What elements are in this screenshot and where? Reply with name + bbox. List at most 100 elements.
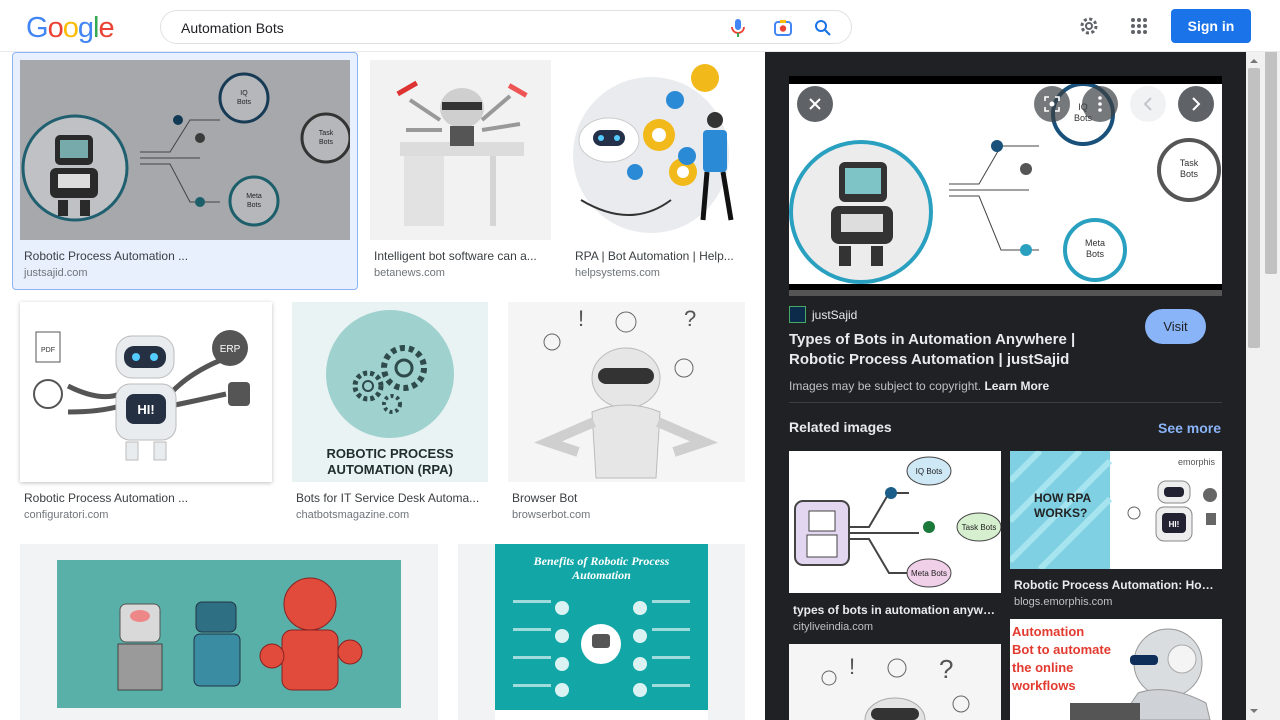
how-rpa-works-text: HOW RPA WORKS?	[1034, 491, 1091, 520]
previous-image-button[interactable]	[1130, 86, 1166, 122]
svg-text:Task: Task	[1180, 158, 1199, 168]
search-icon[interactable]	[812, 17, 834, 39]
panel-scrollbar[interactable]	[1246, 52, 1262, 720]
automation-promo-text: Automation Bot to automate the online wo…	[1012, 623, 1132, 695]
svg-text:Meta: Meta	[1085, 238, 1105, 248]
visit-button[interactable]: Visit	[1145, 309, 1206, 344]
image-preview-panel: IQBots TaskBots MetaBots justSajid Types…	[765, 52, 1246, 720]
result-card[interactable]: IQ Bots Task Bots Meta Bots Robotic Process…	[20, 60, 350, 280]
result-source: helpsystems.com	[575, 267, 660, 279]
promo-line: Bot to automate	[1012, 642, 1111, 657]
result-thumbnail[interactable]: Benefits of Robotic Process Automation	[458, 544, 745, 720]
logo-letter: o	[47, 12, 64, 44]
result-thumbnail[interactable]	[370, 60, 551, 240]
related-image-card[interactable]: IQ Bots Task Bots Meta Bots types of bot…	[789, 451, 1002, 641]
svg-text:Task: Task	[319, 130, 334, 137]
result-thumbnail[interactable]	[571, 60, 745, 240]
learn-more-link[interactable]: Learn More	[984, 379, 1049, 393]
search-box	[160, 10, 852, 44]
result-caption[interactable]: Robotic Process Automation ...	[24, 491, 268, 505]
divider	[789, 402, 1222, 403]
related-source: blogs.emorphis.com	[1014, 596, 1113, 608]
result-caption[interactable]: Intelligent bot software can a...	[374, 249, 547, 263]
preview-title[interactable]: Types of Bots in Automation Anywhere | R…	[789, 330, 1129, 370]
promo-line: workflows	[1012, 678, 1076, 693]
result-thumbnail[interactable]: ROBOTIC PROCESS AUTOMATION (RPA)	[292, 302, 488, 482]
svg-text:Bots: Bots	[247, 202, 262, 209]
result-thumbnail[interactable]: ?!	[508, 302, 745, 482]
logo-letter: G	[26, 12, 49, 44]
logo-letter: e	[98, 12, 114, 44]
svg-text:Meta: Meta	[246, 193, 262, 200]
image-results-grid: IQ Bots Task Bots Meta Bots Robotic Process…	[0, 52, 765, 720]
svg-text:!: !	[849, 654, 855, 679]
result-source: browserbot.com	[512, 509, 591, 521]
result-card[interactable]: PDF ERP HI! Robotic Process Automation .…	[20, 302, 272, 522]
page-scrollbar-thumb[interactable]	[1265, 38, 1277, 274]
see-more-link[interactable]: See more	[1158, 420, 1221, 436]
svg-text:Bots: Bots	[319, 139, 334, 146]
result-caption[interactable]: Browser Bot	[512, 491, 741, 505]
search-input[interactable]	[181, 18, 681, 38]
result-thumbnail[interactable]	[20, 544, 438, 720]
result-card[interactable]: Benefits of Robotic Process Automation	[458, 544, 745, 720]
svg-text:Bots: Bots	[1086, 249, 1105, 259]
scroll-up-arrow-icon[interactable]	[1246, 54, 1262, 68]
related-image-card[interactable]: Automation Bot to automate the online wo…	[1010, 619, 1222, 720]
result-card[interactable]	[20, 544, 438, 720]
panel-scrollbar-thumb[interactable]	[1248, 68, 1260, 348]
related-images-heading: Related images	[789, 419, 892, 435]
related-caption[interactable]: types of bots in automation anywhe...	[793, 603, 999, 617]
related-image-card[interactable]: HI! HOW RPA WORKS? emorphis Robotic Proc…	[1007, 448, 1222, 621]
result-source: configuratori.com	[24, 509, 109, 521]
more-options-icon[interactable]	[1082, 86, 1118, 122]
result-source: betanews.com	[374, 267, 445, 279]
emorphis-logo: emorphis	[1178, 457, 1216, 467]
related-thumbnail[interactable]: IQ Bots Task Bots Meta Bots	[789, 451, 1002, 593]
related-source: citylivein­dia.com	[793, 621, 874, 633]
svg-text:HI!: HI!	[1169, 520, 1180, 529]
close-preview-button[interactable]	[797, 86, 833, 122]
result-card[interactable]: RPA | Bot Automation | Help... helpsyste…	[571, 60, 745, 280]
result-caption[interactable]: RPA | Bot Automation | Help...	[575, 249, 741, 263]
result-caption[interactable]: Robotic Process Automation ...	[24, 249, 344, 263]
lens-search-button[interactable]	[1034, 86, 1070, 122]
source-favicon	[789, 306, 806, 323]
svg-text:ERP: ERP	[220, 344, 241, 355]
page-scrollbar[interactable]	[1262, 0, 1280, 720]
settings-gear-icon[interactable]	[1077, 14, 1101, 38]
promo-line: Automation	[1012, 624, 1085, 639]
microphone-icon[interactable]	[727, 17, 749, 39]
logo-letter: g	[77, 12, 94, 44]
svg-text:Bots: Bots	[237, 99, 252, 106]
camera-lens-icon[interactable]	[772, 17, 794, 39]
result-card[interactable]: ROBOTIC PROCESS AUTOMATION (RPA) Bots fo…	[292, 302, 488, 522]
sign-in-button[interactable]: Sign in	[1171, 9, 1251, 43]
result-card[interactable]: Intelligent bot software can a... betane…	[370, 60, 551, 280]
svg-text:Meta Bots: Meta Bots	[911, 569, 947, 578]
svg-text:!: !	[578, 306, 584, 331]
thumbnail-caption-text: ROBOTIC PROCESS AUTOMATION (RPA)	[326, 446, 454, 477]
svg-text:PDF: PDF	[41, 347, 55, 354]
copyright-notice: Images may be subject to copyright. Lear…	[789, 379, 1049, 393]
apps-grid-icon[interactable]	[1127, 14, 1151, 38]
svg-text:IQ: IQ	[240, 90, 248, 97]
google-logo[interactable]: Google	[26, 12, 115, 45]
result-thumbnail[interactable]: IQ Bots Task Bots Meta Bots	[20, 60, 350, 240]
top-bar: Google Sign in	[0, 0, 1280, 52]
source-name[interactable]: justSajid	[812, 308, 857, 322]
related-image-card[interactable]: ?!	[789, 644, 1001, 720]
related-thumbnail[interactable]: HI! HOW RPA WORKS? emorphis	[1007, 448, 1222, 572]
svg-text:?: ?	[684, 306, 696, 331]
copyright-text: Images may be subject to copyright.	[789, 379, 982, 393]
scroll-down-arrow-icon[interactable]	[1246, 704, 1262, 718]
result-caption[interactable]: Bots for IT Service Desk Automa...	[296, 491, 484, 505]
svg-text:IQ Bots: IQ Bots	[916, 467, 943, 476]
result-card[interactable]: ?! Browser Bot browserbot.com	[508, 302, 745, 522]
related-caption[interactable]: Robotic Process Automation: How ...	[1014, 578, 1220, 592]
next-image-button[interactable]	[1178, 86, 1214, 122]
logo-letter: o	[62, 12, 79, 44]
result-source: chatbotsmagazine.com	[296, 509, 410, 521]
result-thumbnail[interactable]: PDF ERP HI!	[20, 302, 272, 482]
svg-text:?: ?	[939, 654, 953, 684]
